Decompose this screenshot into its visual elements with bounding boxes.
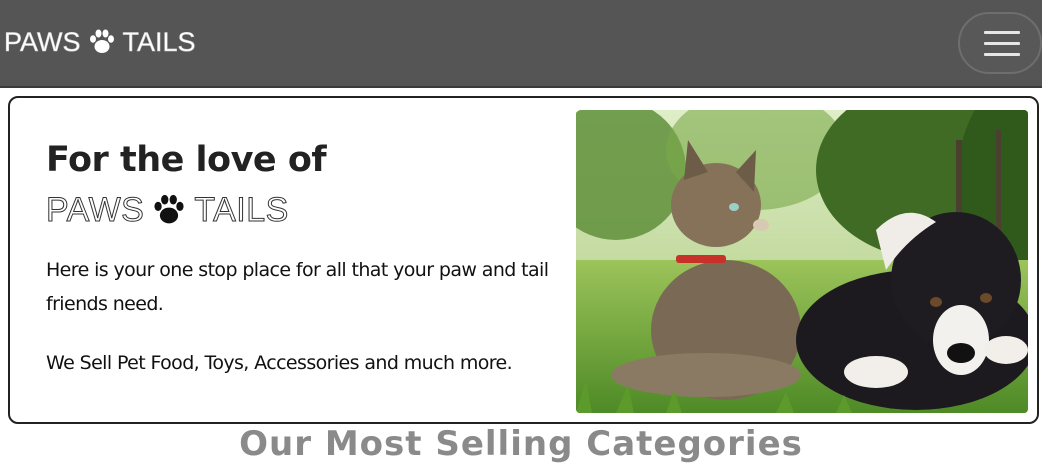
- paw-icon: [154, 194, 184, 224]
- hero-brand-left: PAWS: [45, 190, 145, 229]
- hero-card: For the love of PAWS TAILS Here is your …: [8, 96, 1039, 424]
- hero-brand-right: TAILS: [194, 190, 289, 229]
- hero-description: Here is your one stop place for all that…: [46, 259, 549, 315]
- hero-brand: PAWS TAILS: [45, 190, 289, 230]
- brand-logo-link[interactable]: PAWS TAILS: [4, 24, 196, 60]
- brand-left-text: PAWS: [4, 26, 81, 57]
- brand-right-text: TAILS: [122, 26, 196, 57]
- hero-products-line: We Sell Pet Food, Toys, Accessories and …: [46, 352, 513, 374]
- hero-image: [576, 110, 1028, 413]
- section-heading: Our Most Selling Categories: [239, 424, 803, 464]
- cat-and-dog-photo: [576, 110, 1028, 413]
- menu-toggle-button[interactable]: [958, 12, 1042, 74]
- paw-icon: [89, 29, 114, 53]
- navbar: PAWS TAILS: [0, 0, 1042, 88]
- hamburger-menu-icon: [984, 31, 1020, 57]
- hero-title: For the love of: [46, 140, 327, 180]
